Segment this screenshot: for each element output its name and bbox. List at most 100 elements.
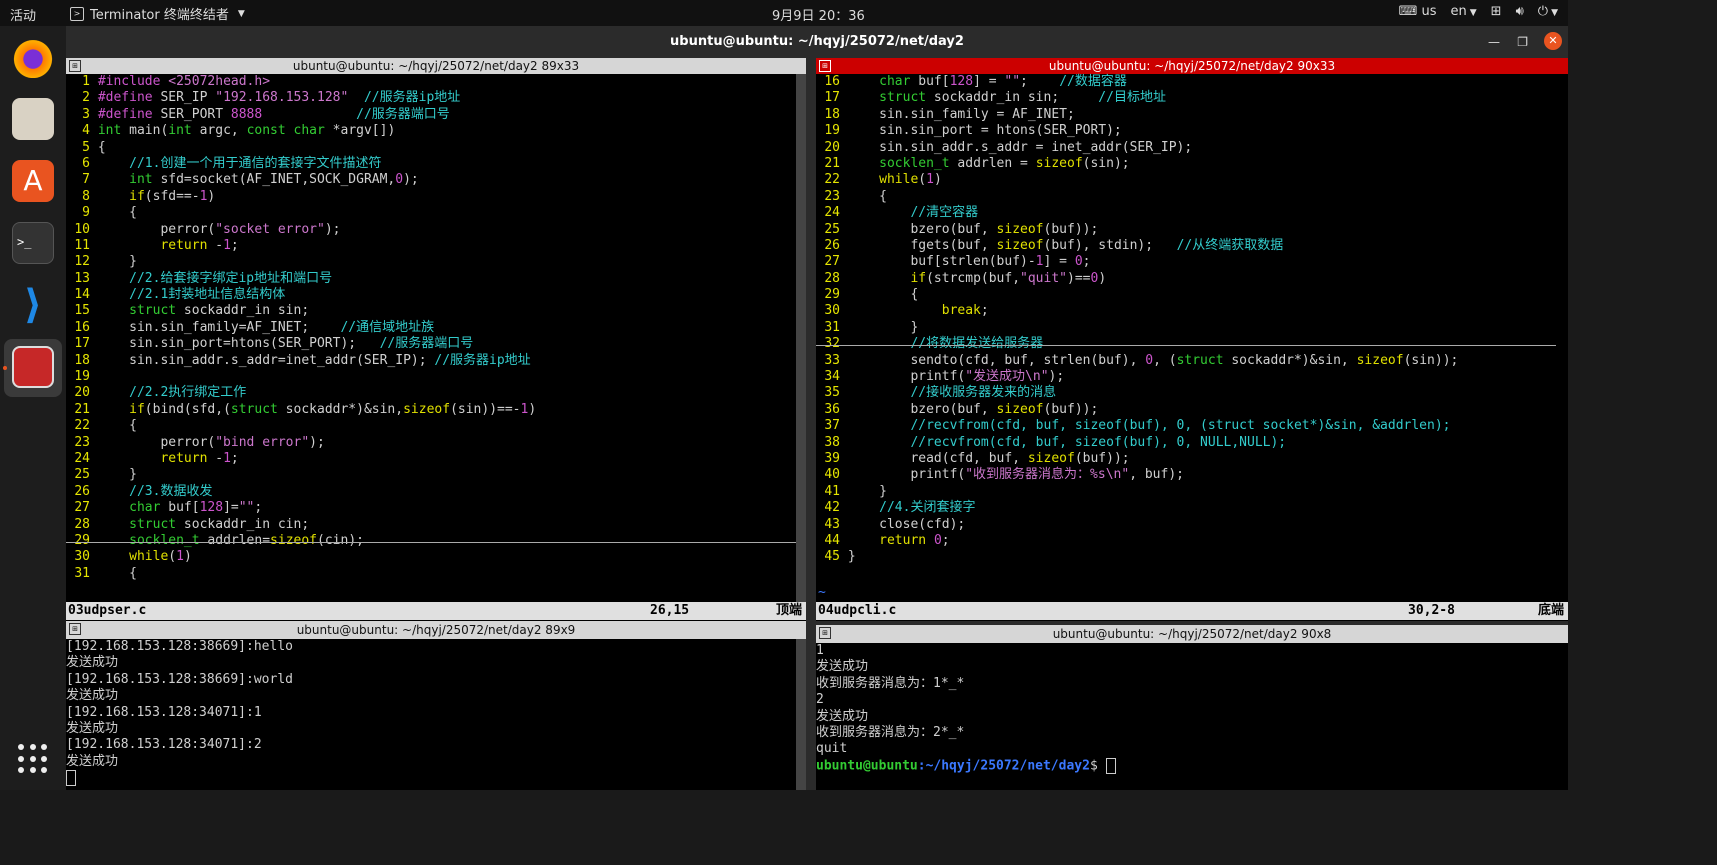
code-token: ; <box>254 500 263 516</box>
chevron-down-icon: ▼ <box>237 8 245 19</box>
terminal-output-right[interactable]: 1 发送成功 收到服务器消息为：1*_* 2 发送成功 收到服务器消息为：2*_* quit… <box>816 643 1568 774</box>
code-token: sockaddr_in sin; <box>176 303 310 319</box>
app-menu[interactable]: > Terminator 终端终结者 ▼ <box>70 4 245 23</box>
code-token: ; <box>230 450 239 466</box>
pane-menu-icon[interactable]: ⊞ <box>819 60 831 72</box>
code-line: 27 char buf[128]=""; <box>66 500 806 516</box>
files-icon[interactable] <box>12 98 54 140</box>
code-token: "quit" <box>1020 270 1067 286</box>
prompt-path: :~/hqyj/25072/net/day2 <box>917 758 1090 774</box>
pane-top-right[interactable]: ⊞ ubuntu@ubuntu: ~/hqyj/25072/net/day2 90… <box>816 58 1568 621</box>
code-token: //2.2执行绑定工作 <box>129 385 247 401</box>
code-token: (buf)); <box>1043 221 1099 237</box>
code-token: (bind(sfd,( <box>144 401 231 417</box>
code-token: 0 <box>1145 352 1154 368</box>
show-apps-icon[interactable] <box>18 744 48 774</box>
code-token: 1 <box>223 237 231 253</box>
network-icon[interactable]: ⊞ <box>1491 4 1502 19</box>
vim-statusline: 04udpcli.c 30,2-8 底端 <box>816 602 1568 620</box>
software-center-icon[interactable]: A <box>12 160 54 202</box>
file-name: 03udpser.c <box>68 603 147 618</box>
line-number: 39 <box>824 450 840 466</box>
code-token: ) <box>183 549 192 565</box>
prompt-line[interactable]: ubuntu@ubuntu:~/hqyj/25072/net/day2$ <box>816 757 1568 774</box>
code-editor-left[interactable]: 1 #include <25072head.h> 2 #define SER_IP… <box>66 74 806 582</box>
code-token: - <box>207 237 224 253</box>
power-icon[interactable]: ⏻ ▼ <box>1538 4 1558 19</box>
pane-menu-icon[interactable]: ⊞ <box>819 627 831 639</box>
vscode-icon[interactable]: ⟩ <box>12 284 54 326</box>
minimize-icon[interactable]: — <box>1488 33 1500 51</box>
close-icon[interactable]: ✕ <box>1544 32 1562 50</box>
window-titlebar[interactable]: ubuntu@ubuntu: ~/hqyj/25072/net/day2 — ❐… <box>66 26 1568 58</box>
code-token: } <box>847 549 856 565</box>
terminal-output-left[interactable]: [192.168.153.128:38669]:hello 发送成功 [192.16… <box>66 639 806 787</box>
keyboard-indicator[interactable]: ⌨ us <box>1399 4 1437 19</box>
code-token: sizeof <box>996 401 1044 417</box>
code-line: 33 sendto(cfd, buf, strlen(buf), 0, (str… <box>816 353 1568 369</box>
terminal-app-icon[interactable]: >_ <box>12 222 54 264</box>
terminator-icon[interactable] <box>12 346 54 388</box>
language-indicator[interactable]: en ▼ <box>1451 4 1477 19</box>
pane-bottom-left[interactable]: ⊞ ubuntu@ubuntu: ~/hqyj/25072/net/day2 89… <box>66 621 806 790</box>
pane-bottom-right[interactable]: ⊞ ubuntu@ubuntu: ~/hqyj/25072/net/day2 90… <box>816 625 1568 790</box>
code-token: ); <box>324 221 341 237</box>
line-number: 25 <box>824 221 840 237</box>
terminal-line: 发送成功 <box>66 753 119 769</box>
code-editor-right[interactable]: 16 char buf[128] = ""; //数据容器 17 struct s… <box>816 74 1568 566</box>
code-token: sizeof <box>403 401 451 417</box>
code-token: "" <box>1004 74 1021 89</box>
code-line: 37 //recvfrom(cfd, buf, sizeof(buf), 0, … <box>816 418 1568 434</box>
line-number: 45 <box>824 549 840 565</box>
scrollbar[interactable] <box>796 74 806 602</box>
code-line: 21 if(bind(sfd,(struct sockaddr*)&sin,si… <box>66 402 806 418</box>
code-token: (strcmp(buf, <box>926 270 1021 286</box>
activities-button[interactable]: 活动 <box>10 5 36 24</box>
pane-menu-icon[interactable]: ⊞ <box>69 623 81 635</box>
pane-title: ⊞ ubuntu@ubuntu: ~/hqyj/25072/net/day2 89… <box>66 621 806 639</box>
code-token: break <box>941 303 981 319</box>
code-token: perror( <box>97 434 216 450</box>
code-line: 1 #include <25072head.h> <box>66 74 806 90</box>
pane-top-left[interactable]: ⊞ ubuntu@ubuntu: ~/hqyj/25072/net/day2 89… <box>66 58 806 621</box>
code-line: 20 sin.sin_addr.s_addr = inet_addr(SER_I… <box>816 140 1568 156</box>
code-token: char <box>129 500 161 516</box>
line-number: 4 <box>82 123 90 139</box>
scroll-position: 顶端 <box>775 603 802 618</box>
maximize-icon[interactable]: ❐ <box>1517 33 1528 51</box>
volume-icon[interactable]: 🔊︎ <box>1516 4 1524 19</box>
code-token: ] = <box>973 74 1005 89</box>
code-line: 28 if(strcmp(buf,"quit")==0) <box>816 271 1568 287</box>
prompt-line[interactable] <box>66 770 806 787</box>
code-line: 23 perror("bind error"); <box>66 435 806 451</box>
line-number: 27 <box>74 500 90 516</box>
code-token: struct <box>1176 352 1224 368</box>
line-number: 21 <box>824 155 840 171</box>
code-line: 31 } <box>816 320 1568 336</box>
terminal-line: 发送成功 <box>66 688 119 704</box>
firefox-icon[interactable] <box>12 36 54 78</box>
code-token: ) <box>207 188 216 204</box>
pane-menu-icon[interactable]: ⊞ <box>69 60 81 72</box>
code-token: //从终端获取数据 <box>1176 237 1284 253</box>
clock[interactable]: 9月9日 20：36 <box>772 5 865 24</box>
code-token: *argv[]) <box>324 123 396 139</box>
code-token: //通信域地址族 <box>340 319 435 335</box>
code-token: //2.给套接字绑定ip地址和端口号 <box>129 270 333 286</box>
code-line: 35 //接收服务器发来的消息 <box>816 385 1568 401</box>
code-line: 41 } <box>816 484 1568 500</box>
code-token: sizeof <box>270 532 318 548</box>
line-number: 19 <box>824 123 840 139</box>
code-token: ; <box>1082 254 1091 270</box>
code-token: sin.sin_family=AF_INET; <box>97 319 341 335</box>
code-token: //接收服务器发来的消息 <box>910 385 1057 401</box>
scrollbar[interactable] <box>796 639 806 790</box>
code-line: 4 int main(int argc, const char *argv[]) <box>66 123 806 139</box>
